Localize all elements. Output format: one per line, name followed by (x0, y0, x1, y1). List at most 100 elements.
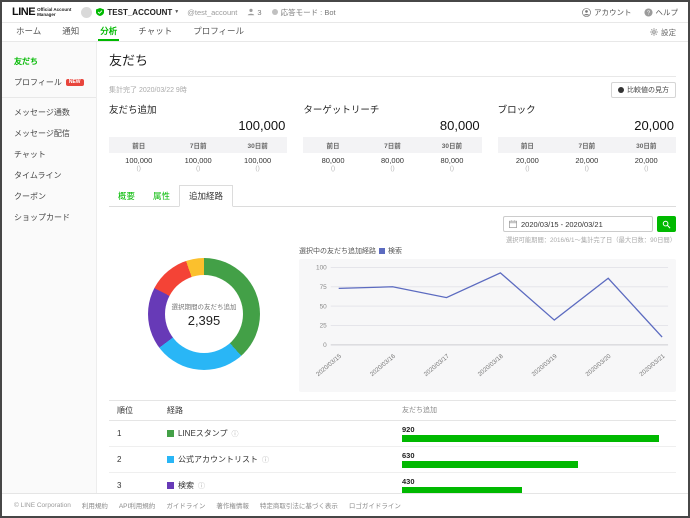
account-icon (582, 8, 591, 17)
value-bar (402, 435, 659, 442)
nav-tab-2[interactable]: 分析 (98, 23, 119, 41)
account-avatar (81, 7, 92, 18)
stat-value-cell: 100,000() (109, 156, 168, 172)
sidebar-item-6[interactable]: クーポン (2, 186, 96, 207)
stat-col-header: 30日前 (617, 137, 676, 153)
route-color-icon (167, 456, 174, 463)
stat-card-title: 友だち追加 (109, 102, 287, 116)
table-row: 2公式アカウントリストⓘ630 (109, 447, 676, 473)
account-dropdown[interactable]: TEST_ACCOUNT▼ (107, 8, 179, 17)
row-route: 公式アカウントリストⓘ (167, 454, 402, 465)
nav-tab-3[interactable]: チャット (136, 23, 174, 41)
sidebar-item-3[interactable]: メッセージ配信 (2, 123, 96, 144)
account-id: @test_account (187, 8, 237, 17)
row-value: 430 (402, 477, 676, 493)
footer-links: 利用規約 API利用規約 ガイドライン 著作権情報 特定商取引法に基づく表示 ロゴガイドラ… (82, 500, 401, 510)
stat-value-cell: 20,000() (498, 156, 557, 172)
line-chart-box: 選択中の友だち追加経路 検索 02550751002020/03/152020/… (299, 246, 676, 392)
copyright: © LINE Corporation (14, 502, 71, 509)
stat-col-header: 前日 (109, 137, 168, 153)
logo-subtext: Official AccountManager (37, 7, 71, 17)
sidebar-item-7[interactable]: ショップカード (2, 207, 96, 228)
stat-card-title: ターゲットリーチ (303, 102, 481, 116)
date-range-picker: 2020/03/15 - 2020/03/21 選択可能期間：2016/6/1～… (109, 216, 676, 244)
main-content: 友だち 集計完了 2020/03/22 9時 比較値の見方 友だち追加100,0… (97, 42, 688, 493)
stat-col-header: 7日前 (363, 137, 422, 153)
stat-card-values: 20,000()20,000()20,000() (498, 153, 676, 174)
calendar-icon (509, 220, 517, 228)
friends-added-line-chart: 02550751002020/03/152020/03/162020/03/17… (299, 259, 676, 392)
svg-text:0: 0 (323, 342, 327, 349)
tab-2[interactable]: 追加経路 (179, 185, 233, 207)
footer-link-4[interactable]: 特定商取引法に基づく表示 (260, 500, 338, 510)
donut-chart-box: 選択期間の友だち追加 2,395 (109, 246, 299, 370)
sidebar-item-4[interactable]: チャット (2, 144, 96, 165)
help-icon: ? (644, 8, 653, 17)
stat-card-1: ターゲットリーチ80,000前日7日前30日前80,000()80,000()8… (303, 102, 481, 174)
footer-link-1[interactable]: API利用規約 (119, 500, 155, 510)
svg-text:2020/03/18: 2020/03/18 (477, 353, 505, 378)
route-label: 公式アカウントリスト (178, 454, 258, 465)
mode-dot-icon (272, 9, 278, 15)
value-bar (402, 461, 578, 468)
svg-text:2020/03/15: 2020/03/15 (315, 353, 343, 378)
nav-tab-4[interactable]: プロフィール (191, 23, 246, 41)
date-range-input[interactable]: 2020/03/15 - 2020/03/21 (503, 216, 653, 232)
date-search-button[interactable] (657, 216, 676, 232)
sidebar-item-1[interactable]: プロフィールNEW (2, 72, 96, 93)
stat-col-header: 30日前 (228, 137, 287, 153)
svg-text:2020/03/17: 2020/03/17 (423, 353, 451, 378)
stat-value-cell: 20,000() (617, 156, 676, 172)
sidebar-item-5[interactable]: タイムライン (2, 165, 96, 186)
row-route: LINEスタンプⓘ (167, 428, 402, 439)
nav-tab-0[interactable]: ホーム (14, 23, 43, 41)
route-color-icon (167, 482, 174, 489)
tab-0[interactable]: 概要 (109, 186, 144, 206)
route-label: 検索 (178, 480, 194, 491)
new-badge: NEW (66, 79, 84, 86)
stat-col-header: 前日 (303, 137, 362, 153)
svg-text:2020/03/21: 2020/03/21 (638, 353, 666, 378)
friends-added-donut-chart: 選択期間の友だち追加 2,395 (148, 258, 260, 370)
tab-1[interactable]: 属性 (144, 186, 179, 206)
stat-card-title: ブロック (498, 102, 676, 116)
settings-button[interactable]: 設定 (650, 23, 676, 41)
nav-bar: ホーム通知分析チャットプロフィール 設定 (2, 23, 688, 42)
stat-cards: 友だち追加100,000前日7日前30日前100,000()100,000()1… (109, 102, 676, 174)
sidebar-divider (2, 97, 96, 98)
donut-center-label: 選択期間の友だち追加 2,395 (148, 258, 260, 370)
table-row: 1LINEスタンプⓘ920 (109, 421, 676, 447)
line-logo: LINE Official AccountManager (12, 6, 71, 18)
help-button[interactable]: ? ヘルプ (644, 7, 679, 18)
sidebar-item-0[interactable]: 友だち (2, 51, 96, 72)
nav-tab-1[interactable]: 通知 (60, 23, 81, 41)
sidebar-item-2[interactable]: メッセージ通数 (2, 102, 96, 123)
line-chart-legend: 選択中の友だち追加経路 検索 (299, 246, 676, 256)
footer: © LINE Corporation 利用規約 API利用規約 ガイドライン 著作権情… (2, 493, 688, 516)
footer-link-0[interactable]: 利用規約 (82, 500, 108, 510)
compare-values-button[interactable]: 比較値の見方 (611, 82, 676, 98)
sidebar: 友だちプロフィールNEW メッセージ通数メッセージ配信チャットタイムラインクーポン… (2, 42, 97, 493)
stat-card-values: 80,000()80,000()80,000() (303, 153, 481, 174)
table-body: 1LINEスタンプⓘ9202公式アカウントリストⓘ6303検索ⓘ4304LINE… (109, 421, 676, 493)
chevron-down-icon: ▼ (174, 9, 179, 15)
footer-link-3[interactable]: 著作権情報 (216, 500, 249, 510)
stat-value-cell: 100,000() (228, 156, 287, 172)
stat-col-header: 前日 (498, 137, 557, 153)
stat-value-cell: 80,000() (363, 156, 422, 172)
stat-card-0: 友だち追加100,000前日7日前30日前100,000()100,000()1… (109, 102, 287, 174)
svg-text:75: 75 (320, 284, 328, 291)
stat-col-header: 7日前 (168, 137, 227, 153)
legend-swatch-icon (379, 248, 385, 254)
stat-col-header: 7日前 (557, 137, 616, 153)
footer-link-5[interactable]: ロゴガイドライン (349, 500, 401, 510)
stat-value-cell: 80,000() (303, 156, 362, 172)
verified-badge-icon (96, 8, 104, 16)
stat-card-values: 100,000()100,000()100,000() (109, 153, 287, 174)
friends-count: 3 (247, 8, 261, 17)
footer-link-2[interactable]: ガイドライン (166, 500, 205, 510)
account-menu-button[interactable]: アカウント (582, 7, 632, 18)
row-rank: 3 (109, 481, 167, 490)
route-color-icon (167, 430, 174, 437)
svg-text:100: 100 (316, 265, 327, 272)
